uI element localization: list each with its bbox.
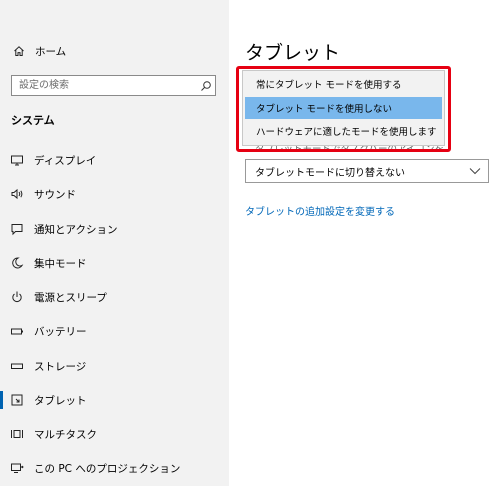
sidebar: ホーム システム ディスプレイ サウンド 通知とアクション <box>0 0 229 486</box>
sidebar-item-storage[interactable]: ストレージ <box>0 354 229 378</box>
nav-home[interactable]: ホーム <box>12 42 66 60</box>
sidebar-item-tablet[interactable]: タブレット <box>0 388 229 412</box>
section-title: システム <box>11 114 55 127</box>
battery-icon <box>10 324 24 338</box>
sidebar-item-sound[interactable]: サウンド <box>0 182 229 206</box>
additional-tablet-settings-link[interactable]: タブレットの追加設定を変更する <box>245 203 395 218</box>
page-title: タブレット <box>245 42 341 64</box>
highlight-frame <box>236 66 451 152</box>
sidebar-item-label: 通知とアクション <box>34 223 118 236</box>
sidebar-item-label: ディスプレイ <box>34 154 97 167</box>
sound-icon <box>10 187 24 201</box>
sidebar-item-display[interactable]: ディスプレイ <box>0 148 229 172</box>
sidebar-item-projection[interactable]: この PC へのプロジェクション <box>0 456 229 480</box>
projection-icon <box>10 461 24 475</box>
search-input[interactable] <box>12 76 197 95</box>
tablet-icon <box>10 393 24 407</box>
nav-home-label: ホーム <box>35 45 67 58</box>
display-icon <box>10 153 24 167</box>
search-box[interactable] <box>11 75 216 96</box>
sidebar-item-label: バッテリー <box>34 325 87 338</box>
multitask-icon <box>10 427 24 441</box>
sidebar-item-label: タブレット <box>34 394 87 407</box>
sidebar-item-label: ストレージ <box>34 360 87 373</box>
sidebar-item-label: この PC へのプロジェクション <box>34 462 181 475</box>
sidebar-item-label: 集中モード <box>34 257 87 270</box>
power-icon <box>10 290 24 304</box>
sidebar-item-label: 電源とスリープ <box>34 291 107 304</box>
moon-icon <box>10 256 24 270</box>
sidebar-item-label: マルチタスク <box>34 428 97 441</box>
search-icon[interactable] <box>197 76 215 95</box>
tablet-mode-select-value: タブレットモードに切り替えない <box>255 167 405 179</box>
storage-icon <box>10 359 24 373</box>
sidebar-item-focus[interactable]: 集中モード <box>0 251 229 275</box>
sidebar-item-battery[interactable]: バッテリー <box>0 319 229 343</box>
sidebar-item-multitasking[interactable]: マルチタスク <box>0 422 229 446</box>
tablet-mode-select[interactable]: タブレットモードに切り替えない <box>245 159 489 183</box>
chevron-down-icon <box>462 160 488 182</box>
sidebar-item-label: サウンド <box>34 188 76 201</box>
notification-icon <box>10 222 24 236</box>
home-icon <box>12 44 26 58</box>
sidebar-item-notifications[interactable]: 通知とアクション <box>0 217 229 241</box>
sidebar-item-power[interactable]: 電源とスリープ <box>0 285 229 309</box>
